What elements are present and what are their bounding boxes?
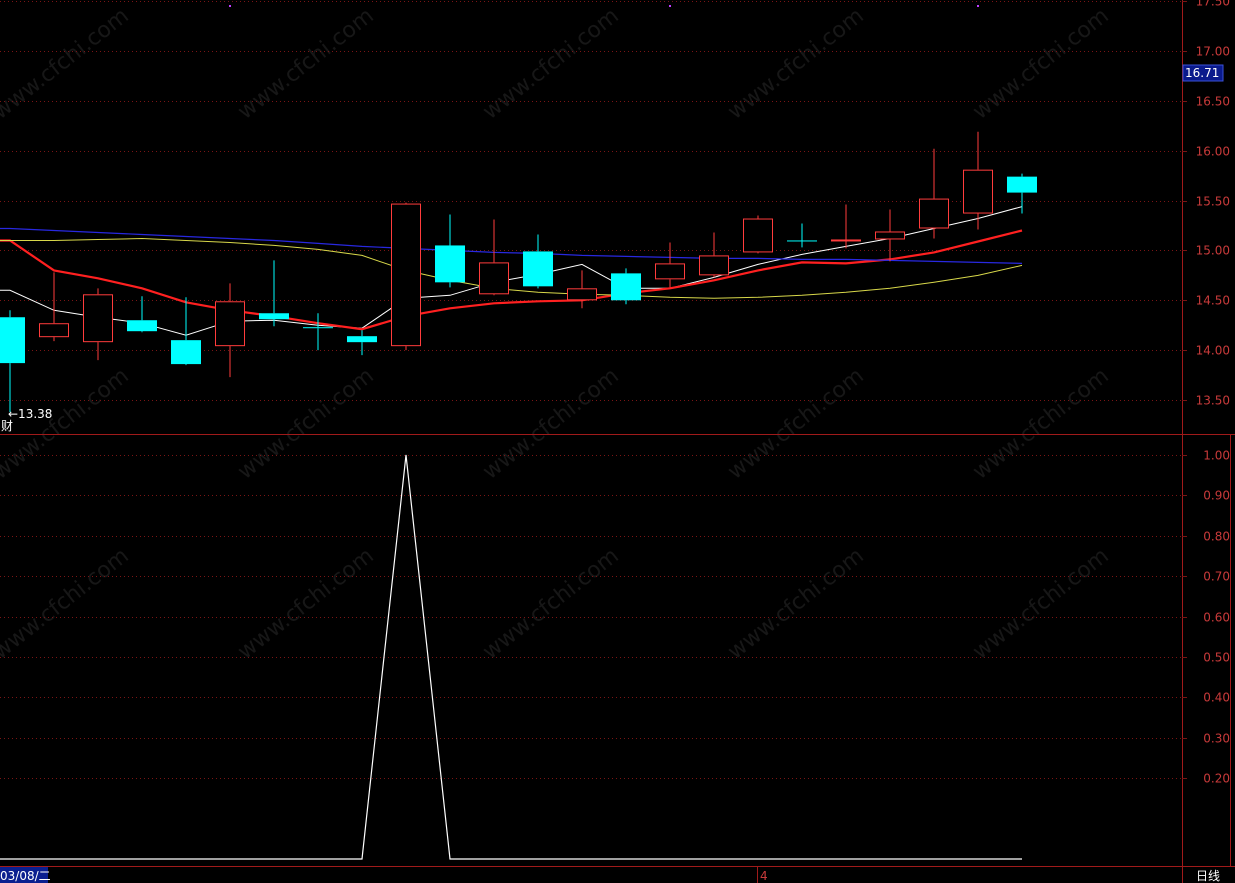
current-price-label: 16.71 <box>1185 66 1219 80</box>
price-axis-label: 14.50 <box>1196 294 1230 308</box>
candle-body <box>435 245 465 283</box>
current-price-tag: 16.71 <box>1182 64 1224 82</box>
candle-body <box>391 203 421 347</box>
candle-body <box>523 251 553 287</box>
candle-body <box>171 340 201 365</box>
candle-body <box>567 288 597 301</box>
candle-body <box>655 263 685 280</box>
candle-body <box>787 240 817 242</box>
price-axis-label: 14.00 <box>1196 344 1230 358</box>
candle-body <box>127 320 157 332</box>
candle-body <box>215 301 245 347</box>
candle-body <box>0 317 25 364</box>
price-axis-label: 16.50 <box>1196 95 1230 109</box>
indicator-axis-label: 0.80 <box>1203 530 1230 544</box>
indicator-axis-label: 0.50 <box>1203 651 1230 665</box>
indicator-axis-label: 0.90 <box>1203 489 1230 503</box>
low-price-annotation: ←13.38 <box>8 407 52 421</box>
candle-body <box>831 239 861 242</box>
bottom-mid-label: 4 <box>760 869 768 883</box>
indicator-axis-label: 0.20 <box>1203 772 1230 786</box>
candle-body <box>743 218 773 253</box>
candle-body <box>303 327 333 329</box>
candle-body <box>83 294 113 343</box>
indicator-axis-label: 0.70 <box>1203 570 1230 584</box>
candle-body <box>259 313 289 320</box>
candle <box>743 215 773 254</box>
top-marker <box>669 5 671 7</box>
price-axis-label: 15.50 <box>1196 195 1230 209</box>
candle <box>611 268 641 305</box>
candle-body <box>699 255 729 276</box>
price-axis-label: 17.50 <box>1196 0 1230 9</box>
candle-body <box>963 169 993 214</box>
candle-body <box>611 273 641 301</box>
indicator-axis-label: 0.40 <box>1203 691 1230 705</box>
background <box>0 0 1235 883</box>
top-marker <box>977 5 979 7</box>
date-label: 03/08/二 <box>0 869 51 883</box>
candle-body <box>1007 176 1037 193</box>
price-axis-label: 13.50 <box>1196 394 1230 408</box>
top-marker <box>229 5 231 7</box>
candle-body <box>347 336 377 343</box>
side-label: 财 <box>1 419 13 433</box>
price-axis-label: 16.00 <box>1196 145 1230 159</box>
price-axis-label: 17.00 <box>1196 45 1230 59</box>
price-axis-label: 15.00 <box>1196 244 1230 258</box>
candle-body <box>919 198 949 229</box>
candle <box>391 202 421 351</box>
indicator-axis-label: 1.00 <box>1203 449 1230 463</box>
candle-body <box>39 323 69 338</box>
period-label[interactable]: 日线 <box>1196 869 1220 883</box>
indicator-axis-label: 0.60 <box>1203 611 1230 625</box>
indicator-axis-label: 0.30 <box>1203 732 1230 746</box>
candle-body <box>875 231 905 240</box>
chart-canvas: www.cfchi.comwww.cfchi.comwww.cfchi.comw… <box>0 0 1235 883</box>
candle-body <box>479 262 509 295</box>
